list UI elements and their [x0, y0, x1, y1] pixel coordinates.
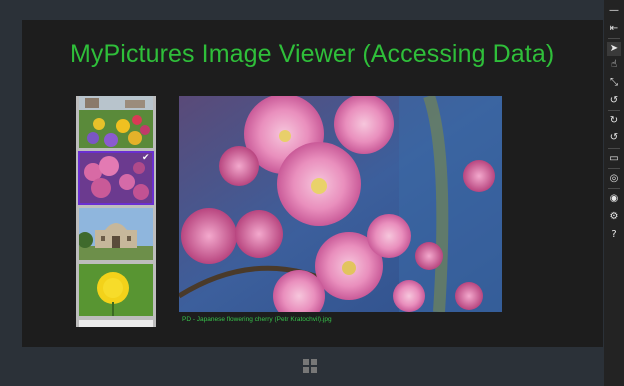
- windows-logo-icon[interactable]: [303, 359, 317, 373]
- toolbar-divider: [608, 38, 620, 39]
- location-icon[interactable]: ◎: [607, 172, 621, 186]
- page-title: MyPictures Image Viewer (Accessing Data): [70, 40, 555, 68]
- help-icon[interactable]: ?: [607, 228, 621, 242]
- toolbar-divider: [608, 110, 620, 111]
- pointer-icon[interactable]: ➤: [607, 42, 621, 56]
- thumb-japanese-cherry[interactable]: ✔: [78, 151, 154, 205]
- image-caption: PD - Japanese flowering cherry (Petr Kra…: [182, 316, 332, 323]
- thumbnail-list[interactable]: ✔: [76, 96, 156, 327]
- thumb-partial[interactable]: [79, 320, 153, 327]
- toolbar-divider: [608, 148, 620, 149]
- rotate-counterclockwise-icon[interactable]: ↺: [607, 131, 621, 145]
- simulator-toolbar: — ⇤ ➤ ☝ ⤡ ↺ ↻ ↺ ▭ ◎ ◉ ⚙ ?: [604, 0, 624, 386]
- thumb-alamo-building[interactable]: [79, 208, 153, 260]
- minimize-icon[interactable]: —: [607, 4, 621, 18]
- rotate-touch-icon[interactable]: ↺: [607, 94, 621, 108]
- thumb-yellow-dandelion[interactable]: [79, 264, 153, 316]
- pin-icon[interactable]: ⇤: [607, 22, 621, 36]
- camera-icon[interactable]: ◉: [607, 192, 621, 206]
- app-screen: MyPictures Image Viewer (Accessing Data): [22, 20, 603, 347]
- pinch-icon[interactable]: ⤡: [607, 76, 621, 90]
- touch-icon[interactable]: ☝: [607, 58, 621, 72]
- settings-icon[interactable]: ⚙: [607, 210, 621, 224]
- resolution-icon[interactable]: ▭: [607, 152, 621, 166]
- toolbar-divider: [608, 188, 620, 189]
- rotate-clockwise-icon[interactable]: ↻: [607, 114, 621, 128]
- thumb-flower-garden[interactable]: [79, 96, 153, 148]
- main-photo: [179, 96, 502, 312]
- selected-check-icon: ✔: [142, 152, 150, 162]
- toolbar-divider: [608, 168, 620, 169]
